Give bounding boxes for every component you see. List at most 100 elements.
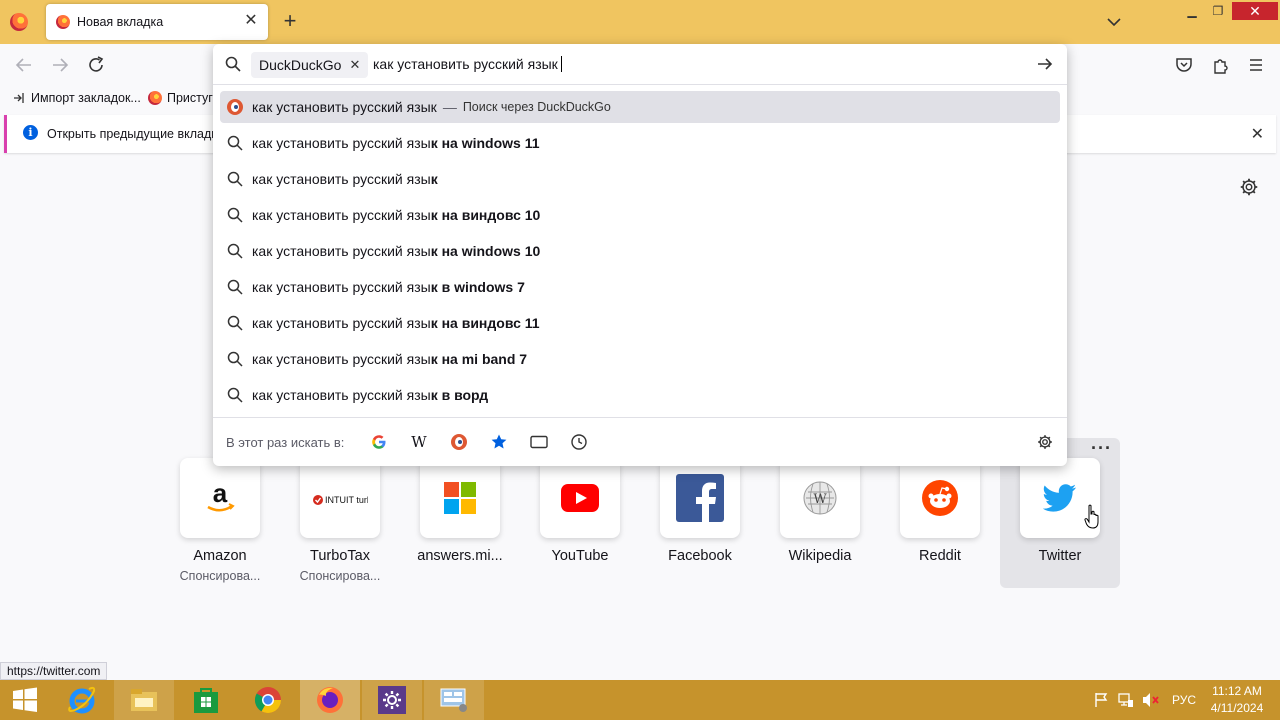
control-panel-icon[interactable]	[424, 680, 484, 720]
tab-new-tab[interactable]: Новая вкладка ✕	[46, 4, 268, 40]
tray-clock[interactable]: 11:12 AM 4/11/2024	[1204, 683, 1270, 717]
duckduckgo-icon	[227, 99, 243, 115]
bookmarks-star-icon[interactable]	[489, 432, 509, 452]
suggestion-completion: к	[430, 171, 438, 187]
wikipedia-icon: W	[780, 458, 860, 538]
top-site-facebook[interactable]: Facebook	[640, 458, 760, 588]
top-site-youtube[interactable]: YouTube	[520, 458, 640, 588]
suggestion-row[interactable]: как установить русский язы к на windows 1…	[220, 233, 1060, 269]
search-engine-name: DuckDuckGo	[259, 57, 342, 73]
chrome-icon[interactable]	[238, 680, 298, 720]
suggestion-row[interactable]: как установить русский язы к на windows 1…	[220, 125, 1060, 161]
windows-store-icon[interactable]	[176, 680, 236, 720]
suggestion-prefix: как установить русский язы	[252, 279, 431, 295]
reload-icon[interactable]	[84, 53, 108, 77]
hand-cursor-icon	[1084, 504, 1099, 529]
one-off-search-bar: В этот раз искать в: W	[213, 418, 1067, 466]
window-maximize-button[interactable]: ❐	[1204, 2, 1232, 20]
top-site-wikipedia[interactable]: W Wikipedia	[760, 458, 880, 588]
newtab-settings-gear-icon[interactable]	[1238, 176, 1260, 198]
history-clock-icon[interactable]	[569, 432, 589, 452]
suggestion-row[interactable]: как установить русский язы к на виндовс 1…	[220, 197, 1060, 233]
settings-app-icon[interactable]	[362, 680, 422, 720]
tray-flag-icon[interactable]	[1094, 680, 1108, 720]
search-settings-gear-icon[interactable]	[1035, 432, 1055, 452]
suggestion-completion: к на виндовс 11	[430, 315, 540, 331]
search-engine-chip[interactable]: DuckDuckGo ✕	[251, 52, 369, 78]
new-tab-button[interactable]: +	[278, 9, 302, 33]
top-site-reddit[interactable]: Reddit	[880, 458, 1000, 588]
import-icon	[14, 93, 24, 103]
urlbar[interactable]: DuckDuckGo ✕ как установить русский язык	[213, 44, 1067, 84]
duckduckgo-icon[interactable]	[449, 432, 469, 452]
suggestion-prefix: как установить русский язы	[252, 171, 431, 187]
suggestion-completion: к на windows 10	[430, 243, 541, 259]
tab-close-icon[interactable]: ✕	[242, 12, 260, 30]
suggestion-row[interactable]: как установить русский язы к в windows 7	[220, 269, 1060, 305]
top-site-name: answers.mi...	[417, 548, 503, 564]
bookmark-getting-started[interactable]: Пристуг	[148, 91, 213, 105]
wikipedia-icon[interactable]: W	[409, 432, 429, 452]
microsoft-icon	[420, 458, 500, 538]
reddit-icon	[900, 458, 980, 538]
window-minimize-button[interactable]: ▁	[1178, 2, 1206, 20]
suggestion-prefix: как установить русский язы	[252, 207, 431, 223]
tray-volume-muted-icon[interactable]	[1142, 680, 1160, 720]
suggestion-row-search-duckduckgo[interactable]: как установить русский язык — Поиск чере…	[220, 91, 1060, 123]
suggestion-completion: к в ворд	[430, 387, 489, 403]
top-site-amazon[interactable]: a Amazon Спонсирова...	[160, 458, 280, 588]
windows-taskbar: РУС 11:12 AM 4/11/2024	[0, 680, 1280, 720]
top-site-name: Wikipedia	[788, 548, 852, 564]
urlbar-input[interactable]: как установить русский язык	[373, 56, 562, 72]
suggestion-text: как установить русский язык	[252, 99, 437, 115]
suggestion-engine-note: Поиск через DuckDuckGo	[462, 100, 611, 114]
bookmark-label: Пристуг	[167, 91, 213, 105]
top-site-sponsored-label: Спонсирова...	[299, 569, 381, 583]
pocket-icon[interactable]	[1172, 53, 1196, 77]
window-close-button[interactable]: ✕	[1232, 2, 1278, 20]
tray-language-indicator[interactable]: РУС	[1172, 680, 1196, 720]
search-icon	[227, 171, 243, 187]
list-all-tabs-chevron-icon[interactable]	[1104, 12, 1124, 32]
suggestion-row[interactable]: как установить русский язы к	[220, 161, 1060, 197]
firefox-taskbar-icon[interactable]	[300, 680, 360, 720]
turbotax-icon: INTUIT turbotax	[300, 458, 380, 538]
back-arrow-icon[interactable]	[12, 53, 36, 77]
bookmark-import[interactable]: Импорт закладок...	[12, 91, 141, 105]
facebook-icon	[660, 458, 740, 538]
suggestion-completion: к в windows 7	[430, 279, 525, 295]
context-menu-dots-icon[interactable]: ···	[1091, 438, 1112, 459]
hamburger-menu-icon[interactable]	[1244, 53, 1268, 77]
forward-arrow-icon[interactable]	[48, 53, 72, 77]
tabs-icon[interactable]	[529, 432, 549, 452]
top-site-name: Reddit	[919, 548, 961, 564]
start-windows-icon[interactable]	[0, 680, 50, 720]
suggestion-row[interactable]: как установить русский язы к на виндовс 1…	[220, 305, 1060, 341]
suggestion-row[interactable]: как установить русский язы к на mi band 7	[220, 341, 1060, 377]
title-bar: Новая вкладка ✕ + ▁ ❐ ✕	[0, 0, 1280, 44]
file-explorer-icon[interactable]	[114, 680, 174, 720]
suggestion-row[interactable]: как установить русский язы к в ворд	[220, 377, 1060, 413]
suggestion-list: как установить русский язык — Поиск чере…	[220, 91, 1060, 413]
extensions-icon[interactable]	[1208, 53, 1232, 77]
notification-text[interactable]: Открыть предыдущие вкладки	[47, 127, 224, 141]
suggestion-prefix: как установить русский язы	[252, 387, 431, 403]
google-icon[interactable]	[369, 432, 389, 452]
top-site-name: Twitter	[1038, 548, 1082, 564]
go-arrow-icon[interactable]	[1035, 54, 1055, 74]
suggestion-completion: к на mi band 7	[430, 351, 528, 367]
search-icon	[227, 207, 243, 223]
top-site-turbotax[interactable]: INTUIT turbotax TurboTax Спонсирова...	[280, 458, 400, 588]
search-icon	[227, 315, 243, 331]
remove-engine-icon[interactable]: ✕	[349, 57, 360, 73]
svg-text:INTUIT turbotax: INTUIT turbotax	[325, 495, 368, 505]
top-site-name: Facebook	[668, 548, 732, 564]
top-site-answers-microsoft[interactable]: answers.mi...	[400, 458, 520, 588]
notification-close-icon[interactable]: ✕	[1251, 124, 1264, 144]
internet-explorer-icon[interactable]	[52, 680, 112, 720]
firefox-menu-icon[interactable]	[10, 13, 28, 31]
amazon-icon: a	[180, 458, 260, 538]
suggestion-completion: к на виндовс 10	[430, 207, 541, 223]
tray-network-icon[interactable]	[1118, 680, 1134, 720]
top-site-name: Amazon	[193, 548, 247, 564]
